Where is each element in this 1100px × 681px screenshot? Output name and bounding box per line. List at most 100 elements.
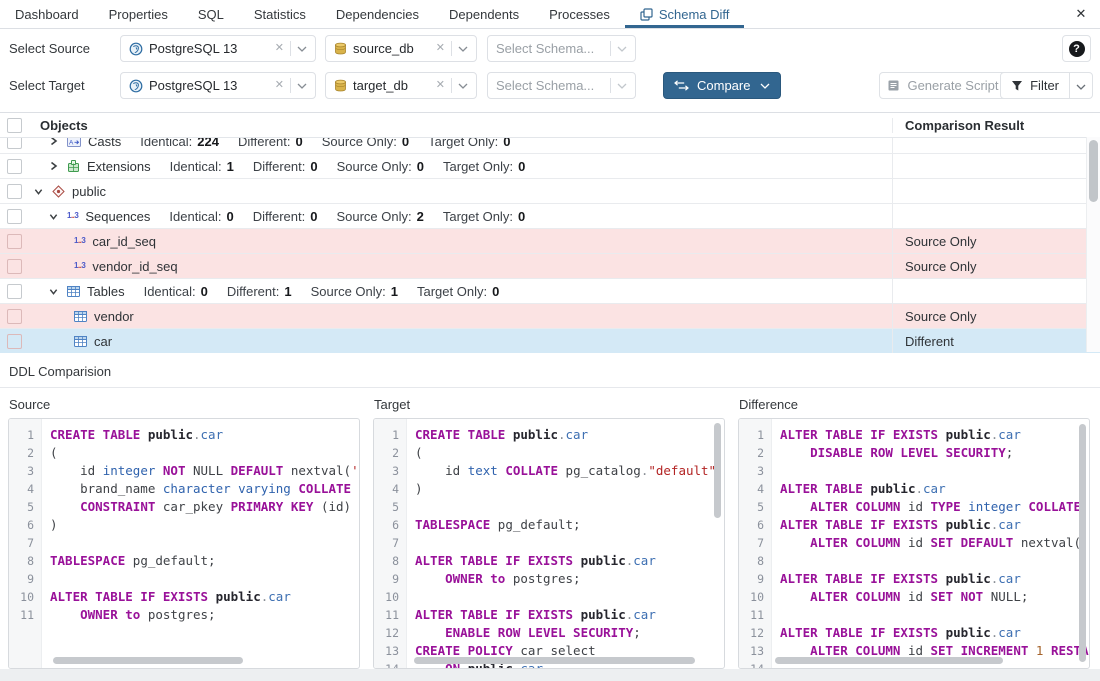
grid-row-car[interactable]: carDifferent <box>0 329 1100 353</box>
line-number: 2 <box>739 444 771 462</box>
target-schema-placeholder: Select Schema... <box>496 78 604 93</box>
object-label: public <box>72 184 106 199</box>
grid-row-casts[interactable]: ACastsIdentical:224Different:0Source Onl… <box>0 138 1100 154</box>
compare-button[interactable]: Compare <box>663 72 781 99</box>
vertical-scrollbar[interactable] <box>714 423 721 518</box>
horizontal-scrollbar[interactable] <box>53 657 243 664</box>
line-number: 10 <box>739 588 771 606</box>
chevron-down-icon[interactable] <box>297 83 307 89</box>
code-line: ALTER COLUMN id SET DEFAULT nextval(' <box>780 534 1089 552</box>
line-number: 6 <box>374 516 406 534</box>
filter-dropdown-chevron-icon[interactable] <box>1070 73 1092 98</box>
expand-chevron-icon[interactable] <box>49 161 58 171</box>
filter-button[interactable]: Filter <box>1000 72 1093 99</box>
row-checkbox[interactable] <box>7 334 22 349</box>
chevron-down-icon[interactable] <box>617 83 627 89</box>
clear-icon[interactable]: ✕ <box>275 80 284 91</box>
difference-editor-panel: 1234567891011121314 ALTER TABLE IF EXIST… <box>738 418 1090 669</box>
chevron-down-icon[interactable] <box>760 83 770 89</box>
schema-diff-icon <box>640 8 653 21</box>
tab-schema-diff[interactable]: Schema Diff <box>625 0 745 28</box>
object-label: Sequences <box>85 209 150 224</box>
grid-row-extensions[interactable]: ExtensionsIdentical:1Different:0Source O… <box>0 154 1100 179</box>
line-number: 2 <box>374 444 406 462</box>
tab-dashboard[interactable]: Dashboard <box>0 0 94 28</box>
table-icon <box>67 285 80 298</box>
source-code-editor[interactable]: 1234567891011 CREATE TABLE public.car( i… <box>8 418 360 669</box>
chevron-down-icon[interactable] <box>617 46 627 52</box>
comparison-result-cell <box>892 154 1100 178</box>
object-label: car_id_seq <box>92 234 156 249</box>
grid-row-tables[interactable]: TablesIdentical:0Different:1Source Only:… <box>0 279 1100 304</box>
clear-icon[interactable]: ✕ <box>436 80 445 91</box>
line-number: 1 <box>374 426 406 444</box>
help-button[interactable]: ? <box>1062 35 1091 62</box>
grid-row-vendor[interactable]: vendorSource Only <box>0 304 1100 329</box>
close-icon[interactable]: ✕ <box>1072 5 1090 23</box>
line-number: 6 <box>739 516 771 534</box>
select-all-checkbox[interactable] <box>7 118 22 133</box>
vertical-scrollbar[interactable] <box>1079 424 1086 662</box>
count-label: Identical: <box>144 284 196 299</box>
target-database-select[interactable]: target_db ✕ <box>325 72 477 99</box>
row-checkbox[interactable] <box>7 284 22 299</box>
comparison-result-cell: Source Only <box>892 229 1100 253</box>
row-checkbox[interactable] <box>7 138 22 149</box>
expand-chevron-icon[interactable] <box>49 138 58 146</box>
chevron-down-icon[interactable] <box>458 83 468 89</box>
comparison-result-cell <box>892 279 1100 303</box>
line-number: 14 <box>374 660 406 669</box>
source-database-select[interactable]: source_db ✕ <box>325 35 477 62</box>
vertical-scrollbar[interactable] <box>1089 140 1098 202</box>
count-label: Identical: <box>169 209 221 224</box>
expand-chevron-icon[interactable] <box>49 287 58 296</box>
row-checkbox[interactable] <box>7 209 22 224</box>
count-label: Identical: <box>140 138 192 149</box>
source-schema-select[interactable]: Select Schema... <box>487 35 636 62</box>
horizontal-scrollbar[interactable] <box>414 657 695 664</box>
expand-chevron-icon[interactable] <box>49 212 58 221</box>
row-checkbox[interactable] <box>7 259 22 274</box>
compare-icon <box>674 80 689 91</box>
grid-row-sequences[interactable]: 1..3SequencesIdentical:0Different:0Sourc… <box>0 204 1100 229</box>
clear-icon[interactable]: ✕ <box>436 43 445 54</box>
grid-row-public[interactable]: public <box>0 179 1100 204</box>
source-server-select[interactable]: PostgreSQL 13 ✕ <box>120 35 316 62</box>
target-code-editor[interactable]: 1234567891011121314 CREATE TABLE public.… <box>373 418 725 669</box>
grid-row-car_id_seq[interactable]: 1..3car_id_seqSource Only <box>0 229 1100 254</box>
count-label: Different: <box>253 159 306 174</box>
code-line: OWNER to postgres; <box>415 570 724 588</box>
target-schema-select[interactable]: Select Schema... <box>487 72 636 99</box>
tab-label: Schema Diff <box>659 7 730 22</box>
row-checkbox[interactable] <box>7 159 22 174</box>
difference-code-editor[interactable]: 1234567891011121314 ALTER TABLE IF EXIST… <box>738 418 1090 669</box>
count-label: Source Only: <box>336 209 411 224</box>
divider <box>451 41 452 56</box>
tab-statistics[interactable]: Statistics <box>239 0 321 28</box>
clear-icon[interactable]: ✕ <box>275 43 284 54</box>
line-number-gutter: 1234567891011121314 <box>374 419 407 668</box>
row-checkbox[interactable] <box>7 234 22 249</box>
count-label: Different: <box>227 284 280 299</box>
line-number: 11 <box>739 606 771 624</box>
expand-chevron-icon[interactable] <box>34 187 43 196</box>
tab-properties[interactable]: Properties <box>94 0 183 28</box>
row-checkbox[interactable] <box>7 184 22 199</box>
line-number-gutter: 1234567891011 <box>9 419 42 668</box>
code-line: ENABLE ROW LEVEL SECURITY; <box>415 624 724 642</box>
code-line <box>780 552 1089 570</box>
tab-dependencies[interactable]: Dependencies <box>321 0 434 28</box>
grid-row-vendor_id_seq[interactable]: 1..3vendor_id_seqSource Only <box>0 254 1100 279</box>
chevron-down-icon[interactable] <box>297 46 307 52</box>
line-number: 11 <box>374 606 406 624</box>
generate-script-button[interactable]: Generate Script <box>879 72 1007 99</box>
horizontal-scrollbar[interactable] <box>775 657 1003 664</box>
chevron-down-icon[interactable] <box>458 46 468 52</box>
compare-label: Compare <box>697 78 750 93</box>
tab-sql[interactable]: SQL <box>183 0 239 28</box>
tab-dependents[interactable]: Dependents <box>434 0 534 28</box>
code-line: ALTER TABLE IF EXISTS public.car <box>780 624 1089 642</box>
row-checkbox[interactable] <box>7 309 22 324</box>
tab-processes[interactable]: Processes <box>534 0 625 28</box>
target-server-select[interactable]: PostgreSQL 13 ✕ <box>120 72 316 99</box>
